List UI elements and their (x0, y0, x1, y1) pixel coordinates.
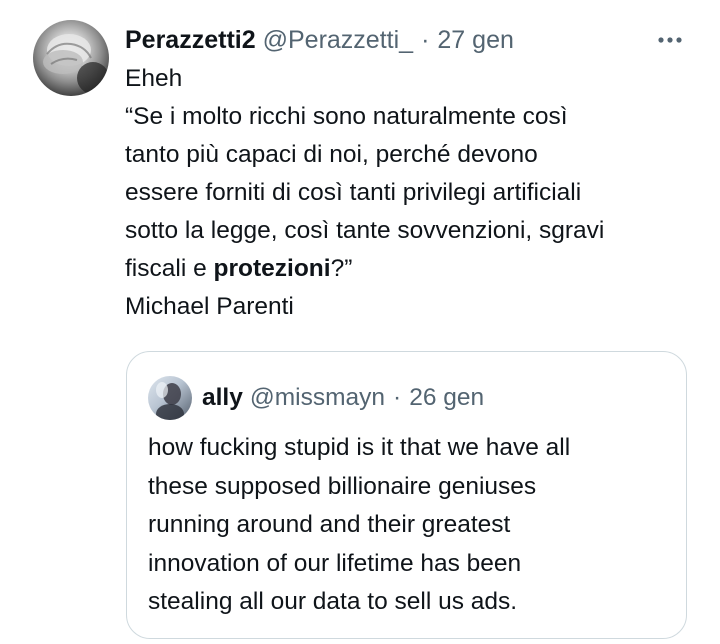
tweet-date[interactable]: 27 gen (437, 20, 513, 60)
tweet-text-line: sotto la legge, così tante sovvenzioni, … (125, 217, 605, 244)
more-options-button[interactable] (650, 22, 690, 58)
author-display-name[interactable]: Perazzetti2 (125, 20, 256, 60)
quoted-tweet-date[interactable]: 26 gen (409, 378, 484, 418)
quoted-author-avatar[interactable] (148, 376, 192, 420)
fist-avatar-image (43, 34, 109, 94)
tweet-text-line: essere forniti di così tanti privilegi a… (125, 179, 582, 206)
quoted-text-line: innovation of our lifetime has been (148, 549, 522, 577)
quoted-author-display-name[interactable]: ally (202, 378, 243, 418)
quoted-avatar-image (156, 382, 184, 420)
quoted-author-handle[interactable]: @missmayn (250, 378, 385, 418)
quoted-text-line: how fucking stupid is it that we have al… (148, 434, 571, 461)
quoted-text-line: running around and their greatest (148, 511, 511, 538)
tweet-text-segment: ?” (330, 255, 353, 282)
quoted-text-line: stealing all our data to sell us ads. (148, 588, 518, 615)
tweet-text-line: “Se i molto ricchi sono naturalmente cos… (125, 103, 568, 130)
author-avatar[interactable] (33, 20, 109, 96)
quoted-header-separator: · (393, 384, 402, 411)
tweet-text-line: fiscali e protezioni?” (125, 250, 685, 288)
tweet: Perazzetti2 @Perazzetti_ · 27 gen Eheh “… (0, 0, 720, 644)
tweet-text-line: tanto più capaci di noi, perché devono (125, 141, 538, 168)
tweet-text-bold: protezioni (213, 255, 331, 282)
tweet-signature: Michael Parenti (125, 293, 294, 320)
tweet-text-segment: fiscali e (125, 255, 214, 282)
header-separator: · (421, 26, 430, 54)
author-handle[interactable]: @Perazzetti_ (263, 20, 413, 60)
tweet-text: Eheh “Se i molto ricchi sono naturalment… (125, 60, 685, 326)
more-horizontal-icon (658, 37, 682, 43)
tweet-text-line: Eheh (125, 65, 183, 92)
quoted-tweet[interactable]: ally @missmayn · 26 gen how fucking stup… (126, 351, 687, 639)
tweet-header: Perazzetti2 @Perazzetti_ · 27 gen (125, 20, 514, 60)
quoted-tweet-header: ally @missmayn · 26 gen (202, 378, 484, 418)
quoted-tweet-text: how fucking stupid is it that we have al… (148, 429, 668, 622)
quoted-text-line: these supposed billionaire geniuses (148, 472, 537, 500)
